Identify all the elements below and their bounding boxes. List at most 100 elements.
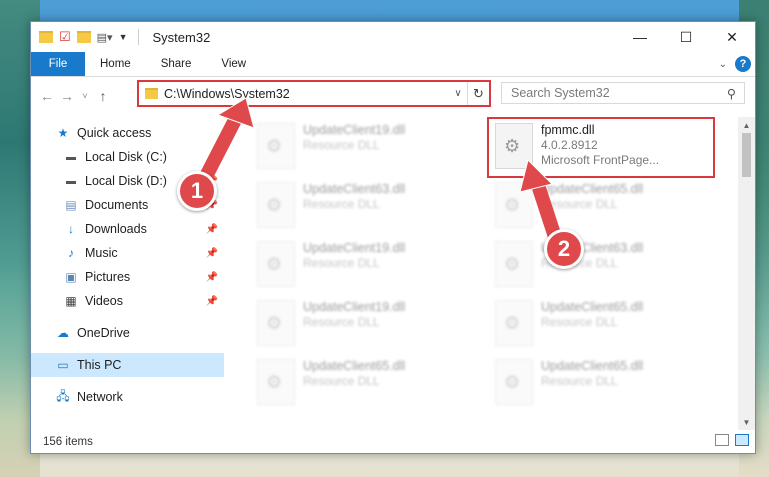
- sidebar-item-label: Documents: [85, 198, 149, 212]
- file-type: Resource DLL: [303, 256, 380, 270]
- sidebar-item-downloads[interactable]: ↓ Downloads 📌: [31, 217, 224, 241]
- list-item[interactable]: UpdateClient63.dllResource DLL: [251, 178, 476, 236]
- dll-file-icon: [495, 359, 533, 405]
- list-item[interactable]: UpdateClient65.dllResource DLL: [251, 355, 476, 413]
- customize-icon[interactable]: ▤▾: [97, 31, 113, 44]
- maximize-button[interactable]: ☐: [663, 22, 709, 52]
- sidebar-item-local-disk-c[interactable]: ▬ Local Disk (C:): [31, 145, 224, 169]
- chevron-down-icon[interactable]: ⌄: [719, 59, 727, 70]
- tab-share[interactable]: Share: [146, 52, 207, 76]
- file-name: fpmmc.dll: [541, 123, 595, 137]
- view-switcher: [715, 434, 749, 446]
- navigation-bar: ← → ˅ ↑ C:\Windows\System32 ∨ ↻ Search S…: [31, 77, 755, 115]
- pin-icon: 📌: [205, 271, 218, 283]
- list-item[interactable]: UpdateClient19.dllResource DLL: [251, 119, 476, 177]
- recent-locations-button[interactable]: ˅: [77, 91, 93, 101]
- dll-file-icon: [257, 182, 295, 228]
- help-button[interactable]: ?: [735, 56, 751, 72]
- scroll-up-button[interactable]: ▲: [738, 117, 755, 133]
- file-name: UpdateClient19.dll: [303, 300, 406, 314]
- sidebar-item-label: Downloads: [85, 222, 147, 236]
- list-item[interactable]: UpdateClient19.dllResource DLL: [251, 296, 476, 354]
- star-icon: ★: [57, 126, 69, 140]
- file-list: UpdateClient19.dllResource DLL UpdateCli…: [231, 117, 735, 430]
- forward-button[interactable]: →: [57, 88, 77, 104]
- file-type: Resource DLL: [541, 374, 618, 388]
- back-button[interactable]: ←: [37, 88, 57, 104]
- quick-access-toolbar: ☑ ▤▾ ▼ System32: [31, 22, 210, 52]
- sidebar-item-label: OneDrive: [77, 326, 130, 340]
- network-icon: 🖧: [56, 388, 70, 403]
- properties-icon[interactable]: ☑: [59, 29, 71, 45]
- pin-icon: 📌: [205, 247, 218, 259]
- file-type: Resource DLL: [303, 197, 380, 211]
- list-item[interactable]: UpdateClient65.dllResource DLL: [489, 355, 714, 413]
- file-explorer-window: ☑ ▤▾ ▼ System32 — ☐ ✕ File Home Share Vi…: [30, 21, 756, 454]
- details-view-icon[interactable]: [715, 434, 729, 446]
- sidebar-item-network[interactable]: 🖧 Network: [31, 385, 224, 409]
- title-bar: ☑ ▤▾ ▼ System32 — ☐ ✕: [31, 22, 755, 52]
- file-name: UpdateClient19.dll: [303, 123, 406, 137]
- file-name: UpdateClient65.dll: [541, 300, 644, 314]
- drive-icon: ▬: [66, 175, 76, 187]
- new-folder-icon[interactable]: [76, 31, 91, 43]
- large-icons-view-icon[interactable]: [735, 434, 749, 446]
- step-badge-1: 1: [177, 171, 217, 211]
- sidebar-item-onedrive[interactable]: ☁ OneDrive: [31, 321, 224, 345]
- divider: [137, 29, 139, 45]
- list-item[interactable]: UpdateClient63.dllResource DLL: [489, 237, 714, 295]
- refresh-button[interactable]: ↻: [467, 82, 489, 105]
- list-item[interactable]: UpdateClient65.dllResource DLL: [489, 296, 714, 354]
- address-path[interactable]: C:\Windows\System32: [164, 87, 449, 101]
- file-name: UpdateClient65.dll: [303, 359, 406, 373]
- scroll-down-button[interactable]: ▼: [738, 414, 755, 430]
- search-input[interactable]: Search System32 ⚲: [501, 82, 745, 104]
- sidebar-item-pictures[interactable]: ▣ Pictures 📌: [31, 265, 224, 289]
- highlighted-file-fpmmc[interactable]: fpmmc.dll 4.0.2.8912 Microsoft FrontPage…: [487, 117, 715, 178]
- folder-icon: [145, 88, 158, 99]
- dll-file-icon: [257, 300, 295, 346]
- ribbon-controls: ⌄ ?: [719, 56, 751, 72]
- sidebar-item-label: Network: [77, 390, 123, 404]
- sidebar-item-quick-access[interactable]: ★ Quick access: [31, 121, 224, 145]
- minimize-button[interactable]: —: [617, 22, 663, 52]
- pictures-icon: ▣: [65, 270, 77, 284]
- tab-file[interactable]: File: [31, 52, 85, 76]
- search-icon: ⚲: [726, 86, 736, 101]
- videos-icon: ▦: [65, 294, 77, 308]
- file-name: UpdateClient65.dll: [541, 359, 644, 373]
- close-button[interactable]: ✕: [709, 22, 755, 52]
- sidebar-item-label: Local Disk (C:): [85, 150, 167, 164]
- music-icon: ♪: [68, 246, 74, 260]
- file-type: Resource DLL: [303, 315, 380, 329]
- address-bar[interactable]: C:\Windows\System32 ∨ ↻: [137, 80, 491, 107]
- dropdown-icon[interactable]: ▼: [119, 32, 128, 42]
- file-name: UpdateClient63.dll: [303, 182, 406, 196]
- file-type: Resource DLL: [303, 138, 380, 152]
- sidebar-item-videos[interactable]: ▦ Videos 📌: [31, 289, 224, 313]
- dll-file-icon: [495, 241, 533, 287]
- list-item[interactable]: UpdateClient19.dllResource DLL: [251, 237, 476, 295]
- sidebar-item-this-pc[interactable]: ▭ This PC: [31, 353, 224, 377]
- ribbon-tabs: File Home Share View ⌄ ?: [31, 52, 755, 77]
- file-name: UpdateClient65.dll: [541, 182, 644, 196]
- list-item[interactable]: UpdateClient65.dllResource DLL: [489, 178, 714, 236]
- step-badge-2: 2: [544, 229, 584, 269]
- up-button[interactable]: ↑: [93, 88, 113, 104]
- folder-icon: [39, 31, 53, 43]
- sidebar-item-label: Quick access: [77, 126, 152, 140]
- vertical-scrollbar[interactable]: ▲ ▼: [738, 117, 755, 430]
- tab-view[interactable]: View: [206, 52, 261, 76]
- scroll-thumb[interactable]: [742, 133, 751, 177]
- tab-home[interactable]: Home: [85, 52, 146, 76]
- sidebar-item-music[interactable]: ♪ Music 📌: [31, 241, 224, 265]
- search-placeholder: Search System32: [511, 86, 610, 100]
- sidebar-item-label: Pictures: [85, 270, 131, 284]
- chevron-down-icon[interactable]: ∨: [449, 88, 467, 99]
- content-area: ★ Quick access ▬ Local Disk (C:) ▬ Local…: [31, 117, 755, 430]
- navigation-pane: ★ Quick access ▬ Local Disk (C:) ▬ Local…: [31, 117, 224, 430]
- file-name: UpdateClient19.dll: [303, 241, 406, 255]
- dll-file-icon: [257, 359, 295, 405]
